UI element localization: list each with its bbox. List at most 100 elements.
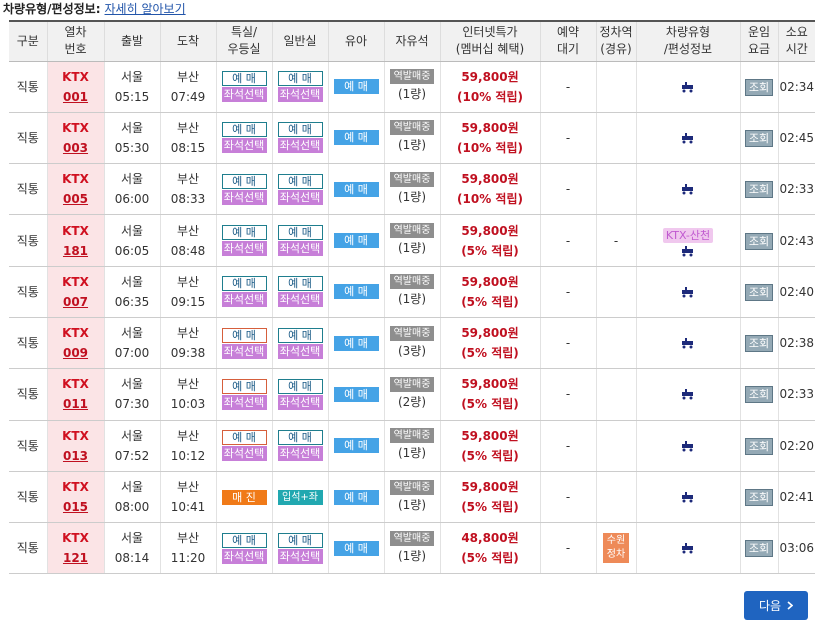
column-header: 인터넷특가 (멤버십 혜택) [439,20,540,62]
special-reserve-button[interactable]: 예 매 [221,430,267,446]
special-seat-select-button[interactable]: 좌석선택 [221,241,267,257]
fare-lookup-button[interactable]: 조회 [745,489,773,507]
vehicle-info-cell[interactable] [635,471,740,524]
general-reserve-button[interactable]: 예 매 [277,122,323,138]
general-seat-select-button[interactable]: 좌석선택 [277,548,323,564]
special-seat-select-button[interactable]: 좌석선택 [221,548,267,564]
general-reserve-button[interactable]: 예 매 [277,327,323,343]
general-reserve-button[interactable]: 예 매 [277,532,323,548]
special-reserve-button[interactable]: 예 매 [221,122,267,138]
fare-lookup-button[interactable]: 조회 [745,78,773,96]
next-button[interactable]: 다음 [744,591,808,620]
fare-lookup-button[interactable]: 조회 [745,437,773,455]
fare-lookup-button[interactable]: 조회 [745,181,773,199]
station-sale-badge: 역발매중 [390,69,434,85]
fare-lookup-button[interactable]: 조회 [745,129,773,147]
baby-reserve-button[interactable]: 예 매 [333,233,379,249]
general-seat-select-button[interactable]: 좌석선택 [277,189,323,205]
general-seat-select-button[interactable]: 좌석선택 [277,138,323,154]
vehicle-info-cell[interactable] [635,266,740,318]
special-seat-select-button[interactable]: 좌석선택 [221,446,267,462]
general-class-cell: 예 매 좌석선택 [271,368,328,421]
train-car-icon [682,389,693,400]
free-seat-cars: (1량) [397,87,427,102]
baby-reserve-button[interactable]: 예 매 [333,284,379,300]
general-reserve-button[interactable]: 예 매 [277,71,323,87]
fare-lookup-button[interactable]: 조회 [745,283,773,301]
vehicle-info-cell[interactable] [635,522,740,575]
baby-reserve-button[interactable]: 예 매 [333,489,379,505]
arrival-time: 07:49 [170,89,206,104]
column-header-line: 일반실 [283,33,317,48]
general-seat-select-button[interactable]: 좌석선택 [277,241,323,257]
baby-reserve-button[interactable]: 예 매 [333,335,379,351]
table-header: 구분 열차 번호 출발 도착 특실/우등실 일반실 유아 자유석 인터넷특가 (멤버십 혜택) 예약 대… [9,20,815,62]
baby-reserve-button[interactable]: 예 매 [333,79,379,95]
train-number-link[interactable]: 003 [48,138,104,158]
fare-lookup-button[interactable]: 조회 [745,335,773,353]
train-number-link[interactable]: 121 [48,548,104,568]
general-class-cell: 예 매 좌석선택 [271,266,328,318]
baby-reserve-button[interactable]: 예 매 [333,181,379,197]
train-number-link[interactable]: 001 [48,87,104,107]
general-reserve-button[interactable]: 예 매 [277,225,323,241]
column-header-line: 시간 [785,42,808,57]
special-reserve-button[interactable]: 예 매 [221,532,267,548]
train-number-link[interactable]: 005 [48,189,104,209]
general-seat-select-button[interactable]: 좌석선택 [277,343,323,359]
general-seat-select-button[interactable]: 좌석선택 [277,394,323,410]
train-number-link[interactable]: 009 [48,343,104,363]
fare-lookup-button[interactable]: 조회 [745,540,773,558]
vehicle-info-cell[interactable]: KTX-산천 [635,214,740,267]
train-number-link[interactable]: 011 [48,394,104,414]
departure-station: 서울 [120,428,144,443]
special-seat-select-button[interactable]: 좌석선택 [221,343,267,359]
baby-cell: 예 매 [327,317,384,370]
vehicle-info-cell[interactable] [635,112,740,165]
membership-benefit: (10% 적립) [457,140,523,155]
special-reserve-button[interactable]: 예 매 [221,327,267,343]
special-reserve-button[interactable]: 예 매 [221,225,267,241]
general-reserve-button[interactable]: 예 매 [277,173,323,189]
baby-reserve-button[interactable]: 예 매 [333,438,379,454]
baby-reserve-button[interactable]: 예 매 [333,540,379,556]
vehicle-info-cell[interactable] [635,61,740,113]
general-class-cell: 예 매 좌석선택 [271,420,328,472]
baby-reserve-button[interactable]: 예 매 [333,130,379,146]
special-reserve-button[interactable]: 예 매 [221,173,267,189]
vehicle-info-cell[interactable] [635,317,740,370]
special-seat-select-button[interactable]: 좌석선택 [221,87,267,103]
general-seat-select-button[interactable]: 좌석선택 [277,292,323,308]
special-reserve-button[interactable]: 예 매 [221,71,267,87]
general-reserve-button[interactable]: 예 매 [277,276,323,292]
ktx-sancheon-badge: KTX-산천 [662,227,714,243]
arrival-cell: 부산 08:15 [159,112,216,165]
fare-cell: 조회 [739,214,778,267]
general-seat-select-button[interactable]: 좌석선택 [277,446,323,462]
vehicle-info-cell[interactable] [635,420,740,472]
standing-seat-button[interactable]: 입석+좌석 [277,489,323,518]
fare-lookup-button[interactable]: 조회 [745,232,773,250]
general-seat-select-button[interactable]: 좌석선택 [277,87,323,103]
train-number-link[interactable]: 015 [48,497,104,517]
train-number-link[interactable]: 013 [48,446,104,466]
special-seat-select-button[interactable]: 좌석선택 [221,189,267,205]
special-sold-out[interactable]: 매 진 [221,489,267,505]
special-seat-select-button[interactable]: 좌석선택 [221,292,267,308]
baby-reserve-button[interactable]: 예 매 [333,386,379,402]
fare-lookup-button[interactable]: 조회 [745,386,773,404]
free-seat-cars: (1량) [397,548,427,563]
general-reserve-button[interactable]: 예 매 [277,430,323,446]
vehicle-info-cell[interactable] [635,163,740,216]
special-reserve-button[interactable]: 예 매 [221,378,267,394]
special-seat-select-button[interactable]: 좌석선택 [221,138,267,154]
special-reserve-button[interactable]: 예 매 [221,276,267,292]
stop-badge[interactable]: 수원 정차 [603,533,629,564]
train-number-link[interactable]: 007 [48,292,104,312]
vehicle-info-cell[interactable] [635,368,740,421]
general-reserve-button[interactable]: 예 매 [277,378,323,394]
column-header-line: 예약 [556,25,580,40]
vehicle-info-link[interactable]: 자세히 알아보기 [105,0,186,17]
train-number-link[interactable]: 181 [48,241,104,261]
special-seat-select-button[interactable]: 좌석선택 [221,394,267,410]
